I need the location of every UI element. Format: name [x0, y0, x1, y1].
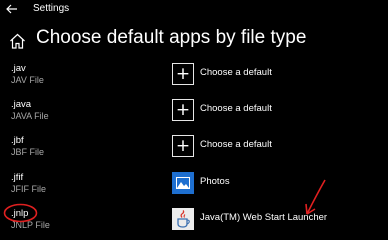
- photos-icon: [172, 172, 194, 194]
- home-icon[interactable]: [9, 33, 26, 49]
- java-icon: [172, 208, 194, 230]
- plus-icon: +: [172, 99, 194, 121]
- file-extension: .java: [11, 99, 32, 110]
- file-type-row: .jbf JBF File + Choose a default: [0, 135, 388, 169]
- annotation-circle: [3, 203, 38, 223]
- choose-default-button[interactable]: + Choose a default: [172, 63, 332, 87]
- choose-default-button[interactable]: + Choose a default: [172, 135, 332, 159]
- default-app-label: Choose a default: [200, 67, 272, 78]
- file-type-description: JFIF File: [11, 184, 46, 194]
- window-title: Settings: [33, 3, 70, 14]
- page-title: Choose default apps by file type: [36, 27, 307, 48]
- plus-icon: +: [172, 135, 194, 157]
- back-arrow-icon: [6, 4, 17, 14]
- plus-icon: +: [172, 63, 194, 85]
- default-app-label: Photos: [200, 176, 230, 187]
- file-type-description: JAV File: [11, 75, 44, 85]
- choose-default-button[interactable]: + Choose a default: [172, 99, 332, 123]
- file-type-description: JAVA File: [11, 111, 49, 121]
- annotation-arrow-icon: [305, 179, 326, 215]
- file-type-row: .jav JAV File + Choose a default: [0, 63, 388, 97]
- file-extension: .jbf: [11, 135, 24, 146]
- back-button[interactable]: [4, 1, 20, 17]
- default-app-label: Choose a default: [200, 103, 272, 114]
- file-type-description: JBF File: [11, 147, 45, 157]
- settings-window: Settings Choose default apps by file typ…: [0, 0, 388, 240]
- title-bar: Settings: [0, 0, 388, 18]
- file-extension: .jfif: [11, 172, 24, 183]
- file-extension: .jav: [11, 63, 26, 74]
- default-app-label: Choose a default: [200, 139, 272, 150]
- file-type-row: .java JAVA File + Choose a default: [0, 99, 388, 133]
